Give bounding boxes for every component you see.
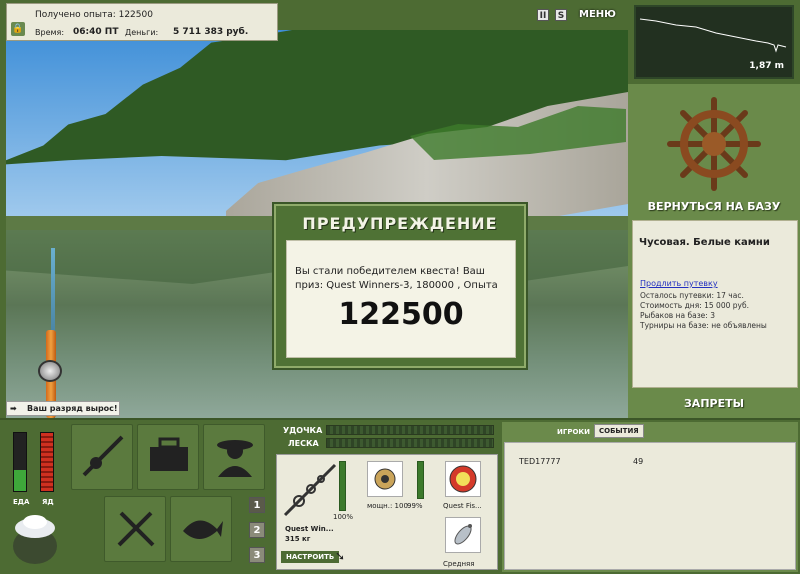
page-2-button[interactable]: 2	[249, 522, 265, 538]
bans-button[interactable]: ЗАПРЕТЫ	[628, 397, 800, 410]
spoon-lure-icon	[454, 524, 472, 545]
time-label: Время:	[35, 28, 65, 37]
dialog-message: Вы стали победителем квеста! Ваш приз: Q…	[295, 266, 498, 291]
dialog-title: ПРЕДУПРЕЖДЕНИЕ	[302, 214, 498, 233]
lure-slot[interactable]	[445, 517, 481, 553]
extend-trip-link[interactable]: Продлить путевку	[640, 279, 718, 288]
fisherman-icon	[217, 440, 253, 477]
money-value: 5 711 383 руб.	[173, 27, 249, 37]
poison-label: ЯД	[42, 498, 54, 506]
arrow-down-right-icon[interactable]: ➘	[335, 549, 345, 563]
reel-icon	[38, 360, 62, 382]
info-line: Турниры на базе: не объявлены	[640, 321, 767, 330]
pause-button[interactable]: II	[537, 9, 549, 21]
reel-condition-bar	[417, 461, 424, 499]
tab-events[interactable]: СОБЫТИЯ	[594, 424, 644, 438]
page-1-button[interactable]: 1	[249, 497, 265, 513]
fork-knife-icon	[117, 511, 155, 547]
sound-button[interactable]: S	[555, 9, 567, 21]
location-info: Чусовая. Белые камни Продлить путевку Ос…	[632, 220, 798, 388]
line-slot[interactable]	[445, 461, 481, 497]
rod-condition-bar	[339, 461, 346, 511]
rod-bar	[326, 425, 494, 435]
line-bar	[326, 438, 494, 448]
info-line: Стоимость дня: 15 000 руб.	[640, 301, 749, 310]
tab-players[interactable]: ИГРОКИ	[553, 426, 594, 438]
menu-button[interactable]: МЕНЮ	[579, 9, 616, 20]
reel-power: мощн.: 100	[367, 502, 408, 510]
line-spool-icon	[449, 465, 477, 493]
reel-item-icon	[374, 468, 396, 490]
character-tile[interactable]	[203, 424, 265, 490]
line-name: Quest Fis...	[443, 502, 482, 510]
time-value: 06:40 ПТ	[73, 27, 119, 37]
lock-icon[interactable]: 🔒	[11, 22, 25, 36]
food-label: ЕДА	[13, 498, 30, 506]
gear-panel: 100% Quest Win... 315 кг НАСТРОИТЬ ➘ мощ…	[276, 454, 498, 570]
back-to-base-button[interactable]: ВЕРНУТЬСЯ НА БАЗУ	[628, 200, 800, 213]
rod-icon[interactable]	[281, 461, 339, 519]
dialog-amount: 122500	[338, 297, 464, 332]
dialog-body: Вы стали победителем квеста! Ваш приз: Q…	[286, 240, 516, 358]
status-panel: 🔒 Получено опыта: 122500 Время: 06:40 ПТ…	[6, 3, 278, 41]
rod-label: УДОЧКА	[283, 426, 323, 435]
lure-name: Средняя	[443, 560, 475, 568]
tackle-tile[interactable]	[71, 424, 133, 490]
reel-percent: 99%	[407, 502, 423, 510]
tackle-box-tile[interactable]	[137, 424, 199, 490]
poison-meter	[40, 432, 54, 492]
depth-value: 1,87 m	[749, 61, 784, 71]
setup-button[interactable]: НАСТРОИТЬ	[281, 551, 340, 563]
ship-wheel-icon[interactable]	[666, 96, 762, 192]
rank-up-banner[interactable]: ➡ Ваш разряд вырос!	[6, 401, 120, 416]
rod-weight: 315 кг	[285, 535, 311, 543]
experience-text: Получено опыта: 122500	[35, 10, 153, 20]
warning-dialog[interactable]: ПРЕДУПРЕЖДЕНИЕ Вы стали победителем квес…	[272, 202, 528, 370]
money-label: Деньги:	[125, 28, 159, 37]
info-line: Осталось путевки: 17 час.	[640, 291, 744, 300]
depth-chart: 1,87 m	[634, 5, 794, 79]
player-value: 49	[633, 457, 644, 466]
player-name[interactable]: TED17777	[519, 457, 561, 466]
page-3-button[interactable]: 3	[249, 547, 265, 563]
line-label: ЛЕСКА	[288, 439, 319, 448]
rod-percent: 100%	[333, 513, 354, 521]
reel-slot[interactable]	[367, 461, 403, 497]
arrow-right-icon: ➡	[10, 404, 17, 413]
rod-name: Quest Win...	[285, 525, 334, 533]
food-meter	[13, 432, 27, 492]
tackle-box-icon	[150, 437, 188, 471]
food-tile[interactable]	[104, 496, 166, 562]
rank-up-text: Ваш разряд вырос!	[27, 404, 118, 413]
fish-icon	[183, 520, 223, 539]
location-name: Чусовая. Белые камни	[639, 237, 770, 248]
fish-tile[interactable]	[170, 496, 232, 562]
info-line: Рыбаков на базе: 3	[640, 311, 715, 320]
players-list: TED17777 49	[504, 442, 796, 570]
rod-reel-icon	[82, 435, 124, 477]
pot-icon[interactable]	[8, 508, 62, 568]
